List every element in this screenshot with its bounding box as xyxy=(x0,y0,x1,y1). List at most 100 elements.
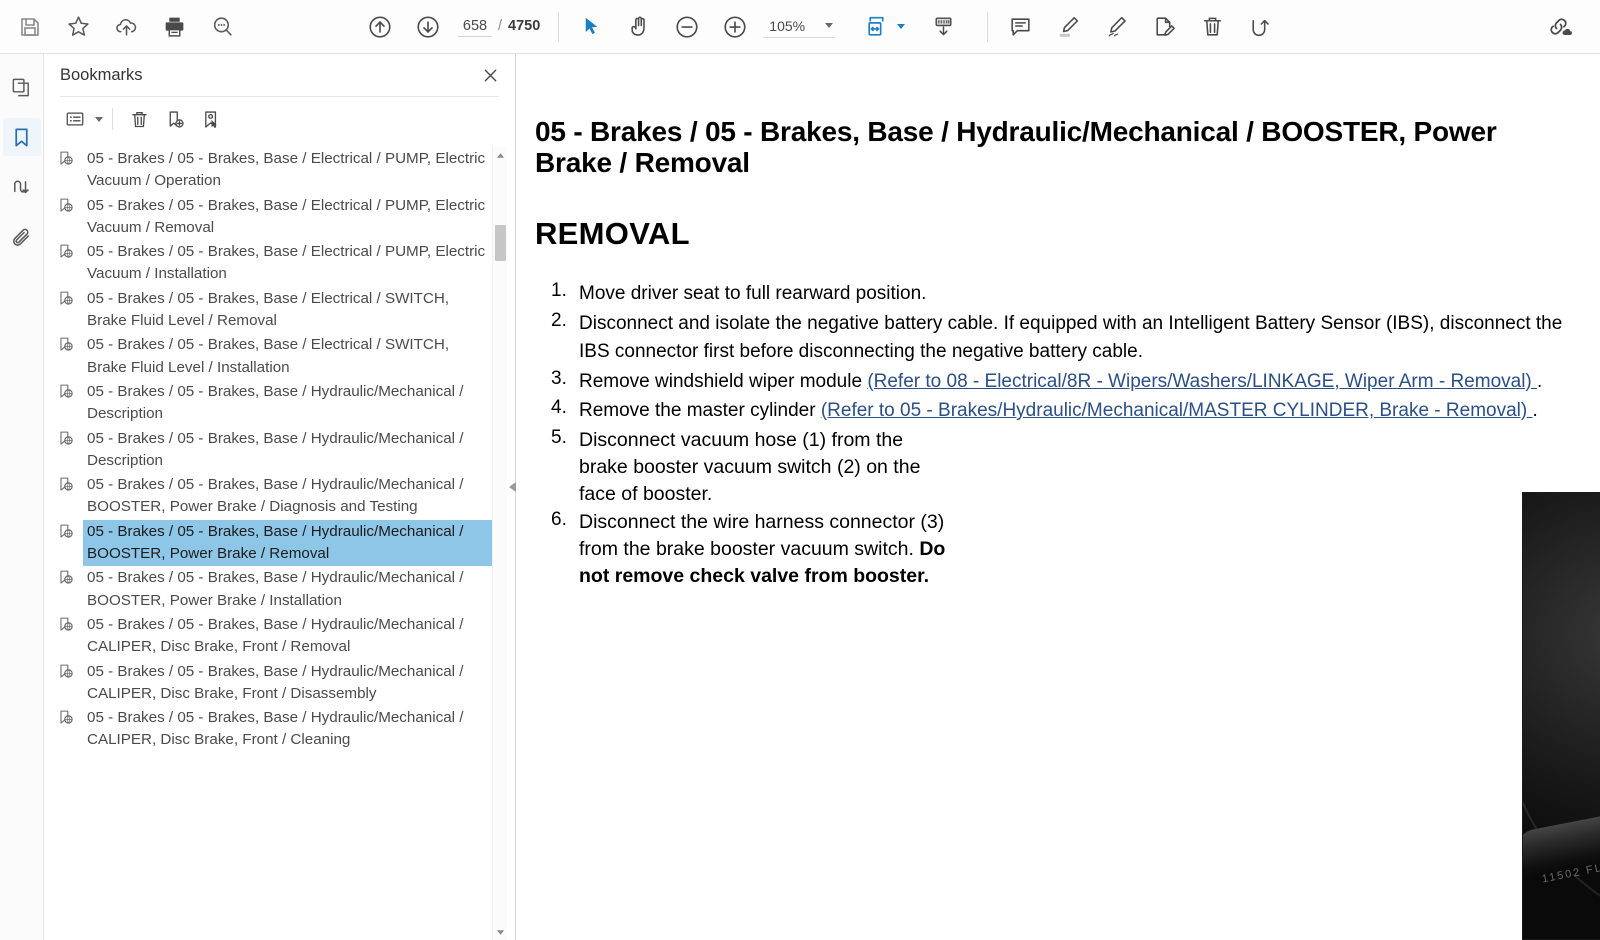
bookmark-link-icon xyxy=(58,290,78,312)
bookmark-link-icon xyxy=(58,383,78,405)
bookmark-item[interactable]: 05 - Brakes / 05 - Brakes, Base / Electr… xyxy=(54,194,516,241)
bookmarks-toolbar xyxy=(44,97,515,141)
step-text-run: . xyxy=(1532,400,1538,421)
bookmark-link-icon xyxy=(58,709,78,731)
stamp-button[interactable] xyxy=(1140,5,1188,49)
section-heading: REMOVAL xyxy=(535,216,690,251)
step-text: Disconnect the wire harness connector (3… xyxy=(579,509,957,590)
bookmark-options-button[interactable] xyxy=(58,103,92,135)
annotation-tools-group xyxy=(996,5,1284,49)
bookmark-item-label: 05 - Brakes / 05 - Brakes, Base / Electr… xyxy=(87,243,486,283)
rotate-button[interactable] xyxy=(1236,5,1284,49)
zoom-out-button[interactable] xyxy=(663,5,711,49)
bookmark-item[interactable]: 05 - Brakes / 05 - Brakes, Base / Hydrau… xyxy=(54,660,516,707)
document-viewport[interactable]: 05 - Brakes / 05 - Brakes, Base / Hydrau… xyxy=(517,54,1600,940)
bookmark-item-label: 05 - Brakes / 05 - Brakes, Base / Hydrau… xyxy=(87,709,464,749)
sidebar-item-attachments[interactable] xyxy=(3,218,41,256)
removal-step: Disconnect and isolate the negative batt… xyxy=(535,310,1580,367)
bookmark-item[interactable]: 05 - Brakes / 05 - Brakes, Base / Hydrau… xyxy=(54,380,516,427)
add-bookmark-button[interactable] xyxy=(158,103,192,135)
page-current-input[interactable]: 658 xyxy=(458,17,492,37)
select-tool-button[interactable] xyxy=(567,5,615,49)
bookmarks-list[interactable]: 05 - Brakes / 05 - Brakes, Base / Electr… xyxy=(44,147,516,940)
bookmark-item[interactable]: 05 - Brakes / 05 - Brakes, Base / Electr… xyxy=(54,287,516,334)
view-tools-group: 105% xyxy=(567,5,836,49)
bookmark-item-label: 05 - Brakes / 05 - Brakes, Base / Hydrau… xyxy=(87,662,464,702)
share-link-cloud-button[interactable] xyxy=(1534,5,1582,49)
bookmark-options-chevron-icon[interactable] xyxy=(95,116,103,122)
step-text: Remove windshield wiper module (Refer to… xyxy=(579,368,1580,397)
zoom-in-button[interactable] xyxy=(711,5,759,49)
bookmark-item-label: 05 - Brakes / 05 - Brakes, Base / Hydrau… xyxy=(87,476,464,516)
bookmark-item[interactable]: 05 - Brakes / 05 - Brakes, Base / Hydrau… xyxy=(54,473,516,520)
cross-reference-link[interactable]: (Refer to 08 - Electrical/8R - Wipers/Wa… xyxy=(867,371,1537,392)
toolbar-divider-1 xyxy=(558,11,560,42)
fit-tools-group xyxy=(857,5,967,49)
step-text-run: Disconnect vacuum hose (1) from the brak… xyxy=(579,428,921,505)
highlight-button[interactable] xyxy=(1044,5,1092,49)
step-text-run: Remove windshield wiper module xyxy=(579,370,868,392)
step-text-run: Disconnect and isolate the negative batt… xyxy=(579,312,1563,363)
next-page-button[interactable] xyxy=(404,5,452,49)
file-tools-group xyxy=(6,5,246,49)
page-separator: / xyxy=(498,17,503,34)
bookmarks-scrollbar[interactable] xyxy=(492,147,507,940)
bookmark-link-icon xyxy=(58,150,78,172)
bookmark-item-label: 05 - Brakes / 05 - Brakes, Base / Electr… xyxy=(87,150,486,190)
bookmark-link-icon xyxy=(58,569,78,591)
signature-button[interactable] xyxy=(1092,5,1140,49)
bookmarks-toolbar-divider xyxy=(112,108,113,130)
bookmark-item[interactable]: 05 - Brakes / 05 - Brakes, Base / Electr… xyxy=(54,333,516,380)
bookmark-item[interactable]: 05 - Brakes / 05 - Brakes, Base / Electr… xyxy=(54,240,516,287)
fit-options-chevron-icon[interactable] xyxy=(897,24,906,29)
collapse-sidebar-handle[interactable] xyxy=(505,465,519,509)
scroll-down-arrow-icon[interactable] xyxy=(493,924,508,940)
removal-step: Remove the master cylinder (Refer to 05 … xyxy=(535,397,1580,426)
delete-bookmark-button[interactable] xyxy=(122,103,156,135)
bookmark-item[interactable]: 05 - Brakes / 05 - Brakes, Base / Hydrau… xyxy=(54,566,516,613)
search-button[interactable] xyxy=(198,5,246,49)
bookmark-item-label: 05 - Brakes / 05 - Brakes, Base / Hydrau… xyxy=(87,615,464,656)
bookmark-item-label: 05 - Brakes / 05 - Brakes, Base / Hydrau… xyxy=(87,569,464,609)
bookmark-item[interactable]: 05 - Brakes / 05 - Brakes, Base / Hydrau… xyxy=(54,706,516,753)
sidebar-item-signatures[interactable] xyxy=(3,168,41,206)
zoom-level-select[interactable]: 105% xyxy=(763,16,836,38)
page-title: 05 - Brakes / 05 - Brakes, Base / Hydrau… xyxy=(535,116,1497,178)
favorite-button[interactable] xyxy=(54,5,102,49)
bookmark-item-label: 05 - Brakes / 05 - Brakes, Base / Hydrau… xyxy=(87,382,464,423)
scroll-mode-button[interactable] xyxy=(919,5,967,49)
sidebar-item-thumbnails[interactable] xyxy=(3,68,41,106)
bookmark-item[interactable]: 05 - Brakes / 05 - Brakes, Base / Hydrau… xyxy=(54,613,516,660)
bookmark-item-label: 05 - Brakes / 05 - Brakes, Base / Hydrau… xyxy=(83,519,496,567)
bookmark-item[interactable]: 05 - Brakes / 05 - Brakes, Base / Hydrau… xyxy=(54,519,516,567)
goto-bookmark-button[interactable] xyxy=(194,103,228,135)
scroll-up-arrow-icon[interactable] xyxy=(493,147,508,163)
print-button[interactable] xyxy=(150,5,198,49)
bookmark-item[interactable]: 05 - Brakes / 05 - Brakes, Base / Electr… xyxy=(54,147,516,194)
page-number-field[interactable]: 658 / 4750 xyxy=(458,17,540,37)
pdf-page: 05 - Brakes / 05 - Brakes, Base / Hydrau… xyxy=(517,54,1600,940)
pan-tool-button[interactable] xyxy=(615,5,663,49)
bookmark-item[interactable]: 05 - Brakes / 05 - Brakes, Base / Hydrau… xyxy=(54,427,516,474)
bookmark-item-label: 05 - Brakes / 05 - Brakes, Base / Electr… xyxy=(87,289,450,330)
bookmarks-panel: Bookmarks 05 - Brakes / 05 - Brakes, Bas… xyxy=(44,54,516,940)
bookmark-item-label: 05 - Brakes / 05 - Brakes, Base / Electr… xyxy=(87,196,486,236)
bookmark-link-icon xyxy=(58,616,78,638)
sidebar-item-bookmarks[interactable] xyxy=(2,118,41,156)
bookmark-link-icon xyxy=(58,476,78,498)
brake-booster-photo: 11502 FLUID 10110 123 xyxy=(1522,492,1600,940)
previous-page-button[interactable] xyxy=(356,5,404,49)
close-panel-button[interactable] xyxy=(477,62,503,88)
comment-button[interactable] xyxy=(996,5,1044,49)
step-text: Remove the master cylinder (Refer to 05 … xyxy=(579,397,1580,426)
panel-title: Bookmarks xyxy=(60,65,143,84)
cross-reference-link[interactable]: (Refer to 05 - Brakes/Hydraulic/Mechanic… xyxy=(821,400,1533,421)
upload-cloud-button[interactable] xyxy=(102,5,150,49)
step-text: Disconnect vacuum hose (1) from the brak… xyxy=(579,427,957,508)
bookmark-link-icon xyxy=(58,243,78,265)
scrollbar-thumb[interactable] xyxy=(495,225,506,261)
page-nav-group: 658 / 4750 xyxy=(356,5,540,49)
delete-annotation-button[interactable] xyxy=(1188,5,1236,49)
save-button[interactable] xyxy=(6,5,54,49)
fit-page-button[interactable] xyxy=(857,5,895,49)
